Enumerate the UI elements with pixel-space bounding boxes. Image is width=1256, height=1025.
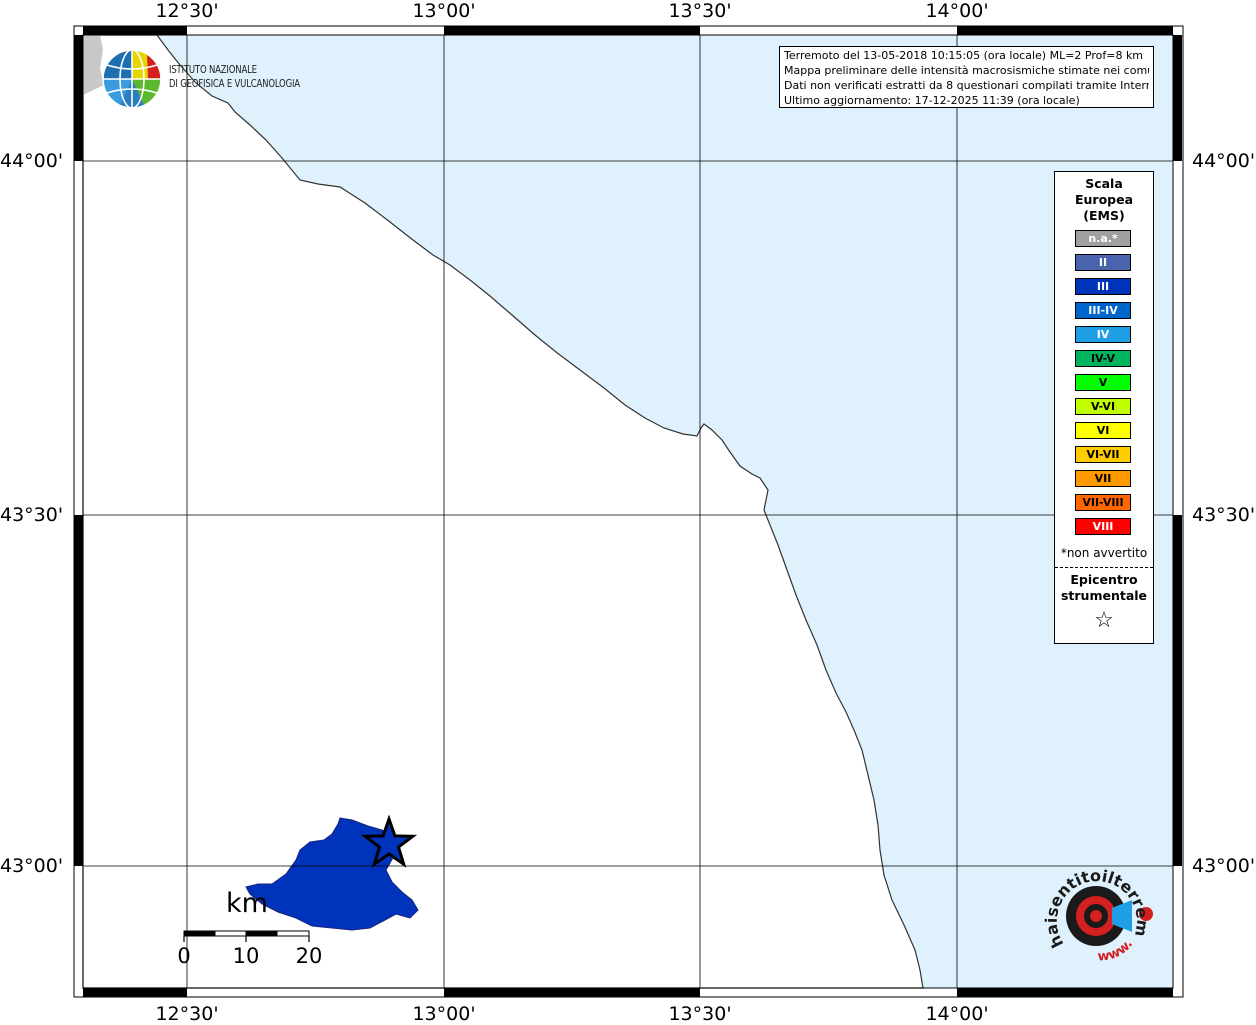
legend-item: II: [1075, 254, 1131, 271]
legend-item: IV-V: [1075, 350, 1131, 367]
legend-epicenter-label: Epicentro strumentale: [1055, 572, 1153, 604]
hsit-logo-icon: haisentitoilterremoto.it www.: [1034, 858, 1153, 964]
lon-label-top: 13°30': [668, 0, 732, 22]
event-info-line: Mappa preliminare delle intensità macros…: [784, 64, 1149, 77]
legend-item: V-VI: [1075, 398, 1131, 415]
intensity-legend: Scala Europea (EMS) n.a.* II III III-IV …: [1054, 171, 1154, 644]
lon-label-top: 13°00': [412, 0, 476, 22]
lon-label-bottom: 13°00': [412, 1003, 476, 1025]
lat-label-left: 43°00': [0, 855, 64, 877]
legend-item: V: [1075, 374, 1131, 391]
scale-tick-label: 0: [177, 944, 191, 968]
ingv-logo-text: ISTITUTO NAZIONALE DI GEOFISICA E VULCAN…: [169, 63, 300, 91]
lon-label-bottom: 13°30': [668, 1003, 732, 1025]
event-info-line: Terremoto del 13-05-2018 10:15:05 (ora l…: [784, 49, 1144, 62]
lat-label-right: 43°30': [1192, 504, 1256, 526]
event-info-line: Ultimo aggiornamento: 17-12-2025 11:39 (…: [784, 94, 1080, 107]
ingv-name-line1: ISTITUTO NAZIONALE: [169, 64, 257, 76]
legend-item: VIII: [1075, 518, 1131, 535]
lat-label-left: 43°30': [0, 504, 64, 526]
legend-item: III: [1075, 278, 1131, 295]
legend-item: n.a.*: [1075, 230, 1131, 247]
legend-title-line: (EMS): [1083, 208, 1125, 223]
legend-title-line: Europea: [1074, 192, 1134, 207]
legend-title-line: Scala: [1085, 176, 1123, 191]
ingv-name-line2: DI GEOFISICA E VULCANOLOGIA: [169, 78, 300, 90]
legend-item: VII: [1075, 470, 1131, 487]
ingv-globe-icon: [102, 49, 162, 109]
legend-item: VII-VIII: [1075, 494, 1131, 511]
legend-epicenter-line: Epicentro: [1070, 572, 1138, 587]
legend-item: IV: [1075, 326, 1131, 343]
lon-label-top: 14°00': [925, 0, 989, 22]
lon-label-bottom: 14°00': [925, 1003, 989, 1025]
legend-title: Scala Europea (EMS): [1055, 176, 1153, 224]
lon-label-top: 12°30': [155, 0, 219, 22]
scale-tick-label: 20: [295, 944, 323, 968]
event-info-box: Terremoto del 13-05-2018 10:15:05 (ora l…: [779, 46, 1154, 108]
lon-label-bottom: 12°30': [155, 1003, 219, 1025]
legend-divider: [1055, 567, 1153, 568]
legend-note: *non avvertito: [1060, 546, 1148, 560]
lat-label-right: 43°00': [1192, 855, 1256, 877]
event-info-line: Dati non verificati estratti da 8 questi…: [784, 79, 1149, 92]
legend-item: III-IV: [1075, 302, 1131, 319]
legend-epicenter-line: strumentale: [1060, 588, 1148, 603]
star-icon: ☆: [1094, 608, 1114, 633]
legend-items: n.a.* II III III-IV IV IV-V V V-VI VI VI…: [1075, 230, 1131, 542]
lat-label-right: 44°00': [1192, 150, 1256, 172]
legend-item: VI-VII: [1075, 446, 1131, 463]
scale-unit-label: km: [226, 888, 268, 919]
scale-tick-label: 10: [232, 944, 260, 968]
legend-item: VI: [1075, 422, 1131, 439]
lat-label-left: 44°00': [0, 150, 64, 172]
